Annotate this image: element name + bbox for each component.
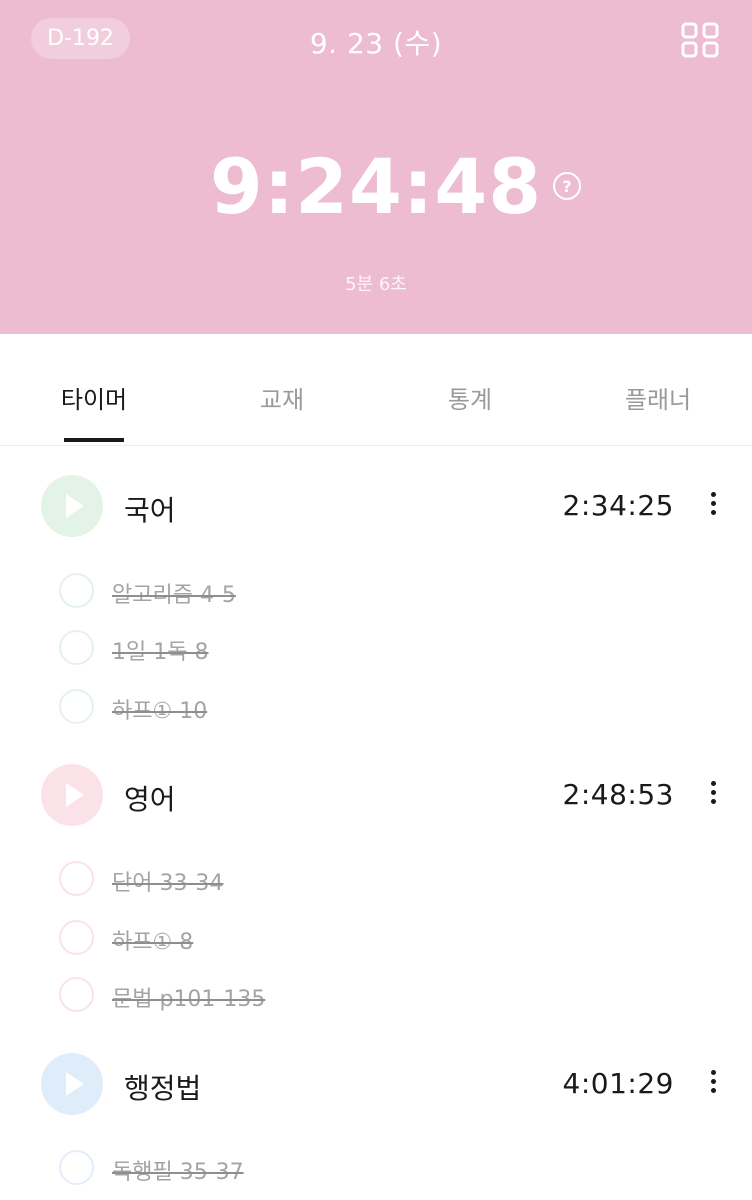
tab-timer[interactable]: 타이머 [61,380,127,415]
subject-time: 4:01:29 [562,1067,674,1100]
help-circle-icon[interactable]: ? [553,172,581,200]
play-icon [66,783,84,807]
task-label: 알고리즘 4-5 [112,583,236,608]
task-label: 단어 33-34 [112,871,224,896]
subject-row: 영어 2:48:53 [0,764,752,826]
total-study-time: 9:24:48 [209,142,543,231]
elapsed-sub-time: 5분 6초 [345,274,407,295]
more-vertical-icon[interactable] [703,489,723,523]
task-checkbox[interactable] [59,1150,94,1185]
task-item: 하프① 8 [0,918,752,958]
subject-name: 국어 [124,494,176,527]
subject-time: 2:34:25 [562,489,674,522]
task-checkbox[interactable] [59,689,94,724]
subject-name: 영어 [124,783,176,816]
task-checkbox[interactable] [59,977,94,1012]
task-item: 단어 33-34 [0,859,752,899]
play-button[interactable] [41,1053,103,1115]
tab-planner[interactable]: 플래너 [625,380,691,415]
task-label: 1일 1독 8 [112,640,209,665]
subject-row: 행정법 4:01:29 [0,1053,752,1115]
task-label: 독행필 35-37 [112,1160,244,1185]
task-item: 독행필 35-37 [0,1148,752,1188]
grid-menu-icon[interactable] [681,22,719,58]
play-icon [66,494,84,518]
subject-name: 행정법 [124,1072,202,1105]
active-tab-indicator [64,438,124,442]
play-button[interactable] [41,764,103,826]
task-checkbox[interactable] [59,861,94,896]
task-item: 알고리즘 4-5 [0,571,752,611]
more-vertical-icon[interactable] [703,1067,723,1101]
task-item: 1일 1독 8 [0,628,752,668]
tab-textbook[interactable]: 교재 [260,380,304,415]
task-item: 문법 p101-135 [0,975,752,1015]
task-label: 하프① 8 [112,930,194,955]
task-checkbox[interactable] [59,630,94,665]
subject-time: 2:48:53 [562,778,674,811]
subject-row: 국어 2:34:25 [0,475,752,537]
timer-header: D-192 9. 23 (수) 9:24:48 ? 5분 6초 [0,0,752,334]
tab-bar: 타이머 교재 통계 플래너 [0,334,752,446]
more-vertical-icon[interactable] [703,778,723,812]
help-symbol: ? [562,176,572,196]
play-icon [66,1072,84,1096]
task-item: 하프① 10 [0,687,752,727]
task-label: 하프① 10 [112,699,208,724]
task-checkbox[interactable] [59,573,94,608]
tab-statistics[interactable]: 통계 [448,380,492,415]
task-checkbox[interactable] [59,920,94,955]
play-button[interactable] [41,475,103,537]
task-label: 문법 p101-135 [112,987,266,1012]
date-label: 9. 23 (수) [309,27,443,60]
